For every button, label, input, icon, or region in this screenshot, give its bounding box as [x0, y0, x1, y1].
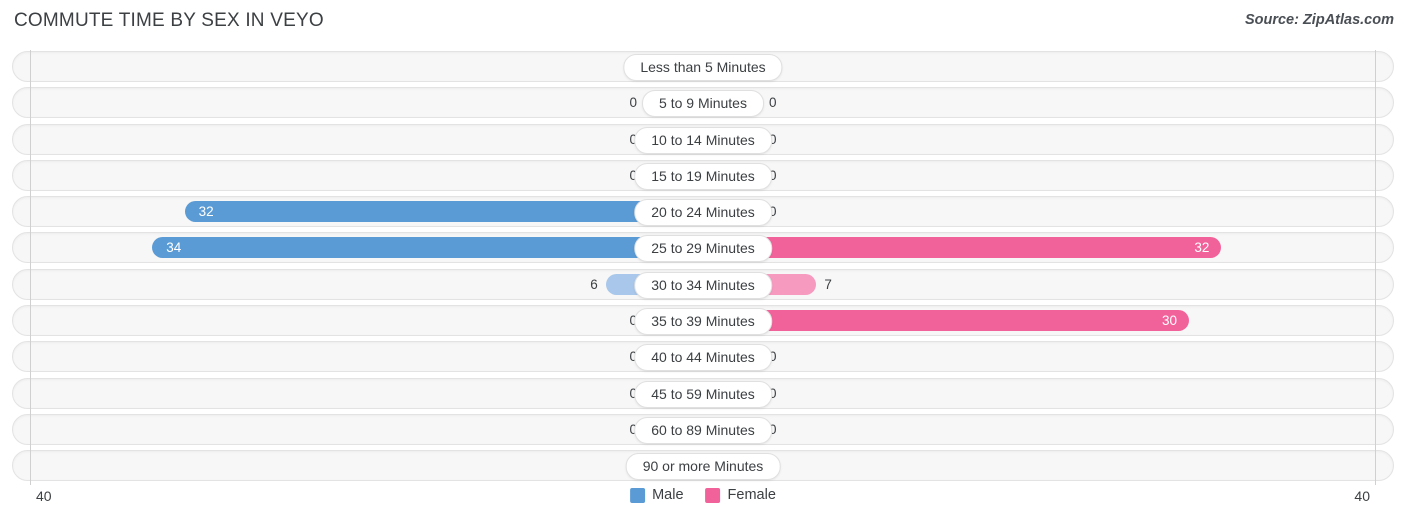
category-label-pill: 25 to 29 Minutes — [634, 235, 772, 263]
category-label-pill: 30 to 34 Minutes — [634, 271, 772, 299]
table-row: 0 30 35 to 39 Minutes — [0, 304, 1406, 337]
source-attribution: Source: ZipAtlas.com — [1244, 12, 1394, 28]
female-value-label: 30 — [1161, 313, 1177, 329]
category-label-pill: 60 to 89 Minutes — [634, 416, 772, 444]
category-label-pill: 10 to 14 Minutes — [634, 126, 772, 154]
table-row: 0090 or more Minutes — [0, 449, 1406, 482]
chart-footer: 40 40 Male Female — [0, 484, 1406, 522]
female-value-label: 0 — [769, 95, 777, 111]
female-bar — [703, 310, 1189, 332]
category-label-pill: 45 to 59 Minutes — [634, 380, 772, 408]
table-row: 32 0 20 to 24 Minutes — [0, 195, 1406, 228]
male-value-label: 34 — [166, 240, 182, 256]
category-label-pill: 40 to 44 Minutes — [634, 344, 772, 372]
table-row: 0 0 15 to 19 Minutes — [0, 159, 1406, 192]
table-row: 34 32 25 to 29 Minutes — [0, 231, 1406, 264]
legend-label: Female — [727, 487, 776, 503]
category-label-pill: 35 to 39 Minutes — [634, 308, 772, 336]
page-title: COMMUTE TIME BY SEX IN VEYO — [14, 10, 324, 31]
axis-tick-right: 40 — [1354, 488, 1370, 504]
legend-item-male[interactable]: Male — [630, 487, 684, 503]
category-label-pill: 20 to 24 Minutes — [634, 199, 772, 227]
legend-label: Male — [652, 487, 684, 503]
female-value-label: 32 — [1194, 240, 1210, 256]
male-value-label: 32 — [198, 204, 214, 220]
table-row: 0 0 40 to 44 Minutes — [0, 340, 1406, 373]
table-row: 0 0 5 to 9 Minutes — [0, 86, 1406, 119]
chart-header: COMMUTE TIME BY SEX IN VEYO Source: ZipA… — [0, 0, 1406, 42]
axis-tick-left: 40 — [36, 488, 52, 504]
male-value-label: 6 — [590, 276, 598, 292]
table-row: 6 7 30 to 34 Minutes — [0, 268, 1406, 301]
male-bar — [152, 237, 703, 259]
category-label-pill: 15 to 19 Minutes — [634, 162, 772, 190]
axis-line-right — [1375, 50, 1376, 485]
table-row: 00Less than 5 Minutes — [0, 50, 1406, 83]
category-label-pill: Less than 5 Minutes — [623, 54, 783, 81]
axis-line-left — [30, 50, 31, 485]
chart-legend: Male Female — [630, 487, 776, 503]
legend-item-female[interactable]: Female — [705, 487, 776, 503]
category-label-pill: 5 to 9 Minutes — [642, 90, 764, 118]
legend-swatch-icon — [705, 487, 721, 503]
table-row: 0 0 60 to 89 Minutes — [0, 413, 1406, 446]
plot-area: 00Less than 5 Minutes 0 0 5 to 9 Minutes 001… — [0, 50, 1406, 485]
male-bar — [184, 201, 703, 223]
table-row: 0 0 45 to 59 Minutes — [0, 377, 1406, 410]
commute-time-chart: COMMUTE TIME BY SEX IN VEYO Source: ZipA… — [0, 0, 1406, 522]
female-bar — [703, 237, 1222, 259]
male-value-label: 0 — [629, 95, 637, 111]
legend-swatch-icon — [630, 487, 646, 503]
category-label-pill: 90 or more Minutes — [625, 453, 781, 481]
table-row: 0 0 10 to 14 Minutes — [0, 123, 1406, 156]
female-value-label: 7 — [824, 276, 832, 292]
